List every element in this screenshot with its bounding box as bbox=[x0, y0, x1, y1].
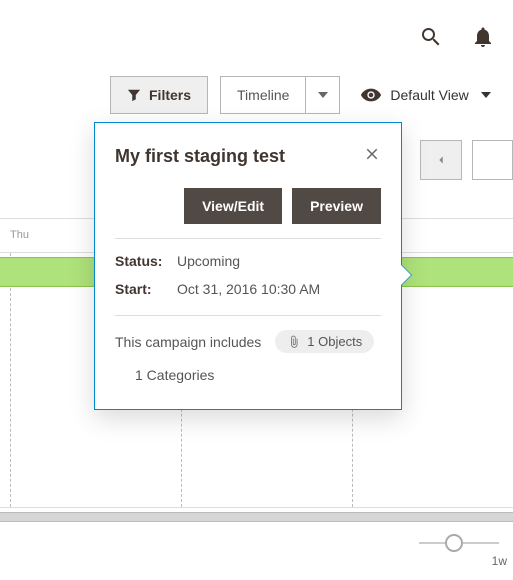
default-view-label: Default View bbox=[390, 87, 468, 103]
timeline-button[interactable]: Timeline bbox=[220, 76, 306, 114]
status-label: Status: bbox=[115, 253, 165, 269]
timeline-label: Timeline bbox=[237, 87, 289, 103]
divider bbox=[115, 315, 381, 316]
campaign-popover: My first staging test View/Edit Preview … bbox=[94, 122, 402, 410]
includes-detail: 1 Categories bbox=[135, 367, 381, 383]
caret-down-icon bbox=[481, 90, 491, 100]
prev-button[interactable] bbox=[420, 140, 462, 180]
caret-down-icon bbox=[318, 90, 328, 100]
objects-pill[interactable]: 1 Objects bbox=[275, 330, 374, 353]
search-icon[interactable] bbox=[419, 25, 443, 54]
paperclip-icon bbox=[287, 335, 301, 349]
start-row: Start: Oct 31, 2016 10:30 AM bbox=[115, 281, 381, 297]
close-button[interactable] bbox=[363, 145, 381, 168]
includes-label: This campaign includes bbox=[115, 334, 261, 350]
toolbar: Filters Timeline Default View bbox=[0, 60, 513, 130]
default-view-dropdown[interactable]: Default View bbox=[360, 84, 490, 106]
funnel-icon bbox=[127, 88, 141, 102]
close-icon bbox=[363, 145, 381, 163]
objects-count: 1 Objects bbox=[307, 334, 362, 349]
zoom-slider-row: 1w bbox=[0, 528, 513, 568]
includes-row: This campaign includes 1 Objects bbox=[115, 330, 381, 353]
zoom-slider-label: 1w bbox=[492, 554, 507, 568]
zoom-slider-knob[interactable] bbox=[445, 534, 463, 552]
scrollbar[interactable] bbox=[0, 512, 513, 522]
view-mode-group: Timeline bbox=[220, 76, 340, 114]
view-edit-button[interactable]: View/Edit bbox=[184, 188, 282, 224]
divider bbox=[115, 238, 381, 239]
filters-button[interactable]: Filters bbox=[110, 76, 208, 114]
grid-line bbox=[10, 253, 11, 507]
next-button[interactable] bbox=[472, 140, 513, 180]
chevron-left-icon bbox=[434, 153, 448, 167]
eye-icon bbox=[360, 84, 382, 106]
filters-label: Filters bbox=[149, 87, 191, 103]
popover-title: My first staging test bbox=[115, 145, 285, 168]
start-value: Oct 31, 2016 10:30 AM bbox=[177, 281, 320, 297]
preview-button[interactable]: Preview bbox=[292, 188, 381, 224]
timeline-dropdown-button[interactable] bbox=[306, 76, 340, 114]
notifications-icon[interactable] bbox=[471, 25, 495, 54]
start-label: Start: bbox=[115, 281, 165, 297]
status-row: Status: Upcoming bbox=[115, 253, 381, 269]
status-value: Upcoming bbox=[177, 253, 240, 269]
